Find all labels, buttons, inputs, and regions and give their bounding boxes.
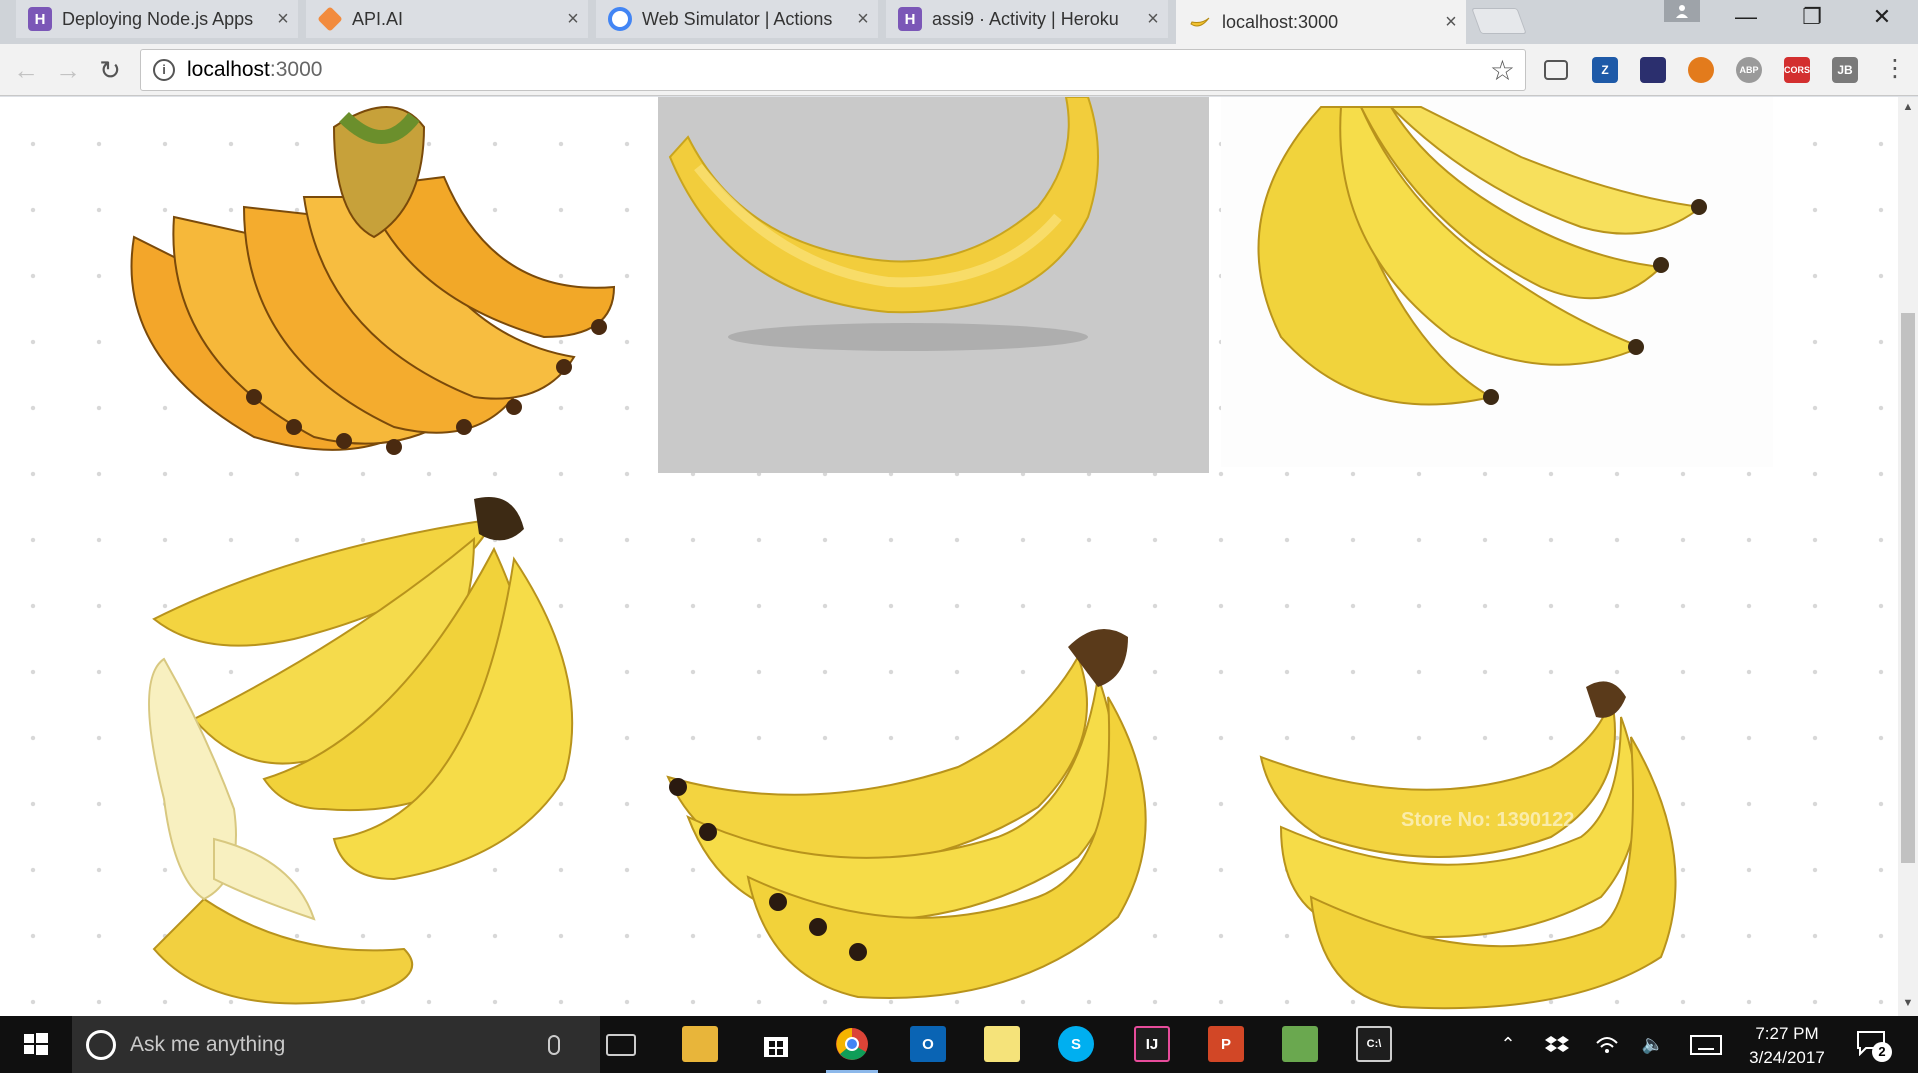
cortana-search[interactable]: Ask me anything xyxy=(72,1016,600,1073)
store-icon[interactable] xyxy=(758,1026,794,1062)
browser-toolbar: ← → ↻ i localhost:3000 ☆ Z ABP CORS JB ⋮ xyxy=(0,44,1918,96)
microphone-icon[interactable] xyxy=(548,1034,560,1055)
page-viewport: Store No: 1390122 xyxy=(0,97,1898,1016)
tab-title: localhost:3000 xyxy=(1222,11,1339,32)
forward-button[interactable]: → xyxy=(50,52,86,88)
powerpoint-icon[interactable]: P xyxy=(1208,1026,1244,1062)
scroll-down-arrow[interactable]: ▼ xyxy=(1898,997,1918,1009)
api-ai-icon xyxy=(317,6,343,32)
scroll-up-arrow[interactable]: ▲ xyxy=(1898,101,1918,113)
windows-logo-icon xyxy=(24,1033,48,1055)
close-icon[interactable]: × xyxy=(558,8,588,31)
clock-date: 3/24/2017 xyxy=(1749,1048,1825,1067)
dropbox-icon[interactable] xyxy=(1540,1016,1574,1073)
close-window-button[interactable]: ✕ xyxy=(1852,0,1912,34)
actions-icon xyxy=(608,7,632,31)
outlook-icon[interactable]: O xyxy=(910,1026,946,1062)
cortana-icon xyxy=(86,1029,116,1060)
chrome-icon[interactable] xyxy=(834,1026,870,1062)
ext-globe-icon[interactable] xyxy=(1688,57,1714,83)
banana-image-2 xyxy=(658,97,1209,473)
action-center-icon[interactable]: 2 xyxy=(1856,1030,1892,1062)
close-icon[interactable]: × xyxy=(848,8,878,31)
cast-icon[interactable] xyxy=(1544,60,1568,80)
start-button[interactable] xyxy=(0,1016,72,1073)
sticky-notes-icon[interactable] xyxy=(984,1026,1020,1062)
keyboard-icon[interactable] xyxy=(1686,1016,1726,1073)
adblock-plus-icon[interactable]: ABP xyxy=(1736,57,1762,83)
tab-localhost[interactable]: localhost:3000 × xyxy=(1176,0,1466,44)
banana-image-1 xyxy=(94,97,646,477)
close-icon[interactable]: × xyxy=(1138,8,1168,31)
zotero-icon[interactable]: Z xyxy=(1592,57,1618,83)
restore-button[interactable]: ❐ xyxy=(1782,0,1842,34)
tab-title: Web Simulator | Actions xyxy=(642,8,833,29)
cmd-icon[interactable]: C:\ xyxy=(1356,1026,1392,1062)
url-text: localhost:3000 xyxy=(187,58,323,81)
banana-image-3 xyxy=(1221,97,1773,467)
task-view-icon[interactable] xyxy=(606,1034,636,1056)
reload-button[interactable]: ↻ xyxy=(92,52,128,88)
show-hidden-icons[interactable]: ⌃ xyxy=(1494,1016,1522,1073)
notification-badge: 2 xyxy=(1872,1042,1892,1062)
tab-deploying-node[interactable]: H Deploying Node.js Apps × xyxy=(16,0,298,38)
close-icon[interactable]: × xyxy=(268,8,298,31)
heroku-icon: H xyxy=(898,7,922,31)
volume-icon[interactable]: 🔈 xyxy=(1636,1016,1670,1073)
new-tab-button[interactable] xyxy=(1471,8,1527,34)
chrome-menu-icon[interactable]: ⋮ xyxy=(1880,54,1910,83)
wifi-icon[interactable] xyxy=(1590,1016,1624,1073)
tab-title: Deploying Node.js Apps xyxy=(62,8,254,29)
skype-icon[interactable]: S xyxy=(1058,1026,1094,1062)
file-explorer-icon[interactable] xyxy=(682,1026,718,1062)
scrollbar-thumb[interactable] xyxy=(1901,313,1915,863)
close-icon[interactable]: × xyxy=(1436,11,1466,34)
banana-image-4 xyxy=(94,479,634,1016)
info-icon[interactable]: i xyxy=(153,59,175,81)
paint-icon[interactable] xyxy=(1282,1026,1318,1062)
address-bar[interactable]: i localhost:3000 ☆ xyxy=(140,49,1526,91)
cors-icon[interactable]: CORS xyxy=(1784,57,1810,83)
intellij-icon[interactable]: IJ xyxy=(1134,1026,1170,1062)
tab-web-simulator[interactable]: Web Simulator | Actions × xyxy=(596,0,878,38)
banana-favicon-icon xyxy=(1188,10,1212,34)
tab-api-ai[interactable]: API.AI × xyxy=(306,0,588,38)
bookmark-star-icon[interactable]: ☆ xyxy=(1490,54,1515,87)
banana-image-6: Store No: 1390122 xyxy=(1221,677,1773,1016)
tab-strip: H Deploying Node.js Apps × API.AI × Web … xyxy=(0,0,1918,44)
jetbrains-icon[interactable]: JB xyxy=(1832,57,1858,83)
tab-title: API.AI xyxy=(352,8,404,29)
watermark-text: Store No: 1390122 xyxy=(1401,809,1575,831)
back-button[interactable]: ← xyxy=(8,52,44,88)
page-scrollbar[interactable]: ▲ ▼ xyxy=(1898,97,1918,1016)
profile-icon[interactable] xyxy=(1664,0,1700,22)
tab-title: assi9 · Activity | Heroku xyxy=(932,8,1119,29)
banana-image-5 xyxy=(658,617,1218,1016)
search-placeholder: Ask me anything xyxy=(130,1032,286,1056)
clock-time: 7:27 PM xyxy=(1755,1024,1819,1043)
heroku-icon: H xyxy=(28,7,52,31)
system-clock[interactable]: 7:27 PM 3/24/2017 xyxy=(1732,1022,1842,1070)
ext-dark-icon[interactable] xyxy=(1640,57,1666,83)
tab-heroku-activity[interactable]: H assi9 · Activity | Heroku × xyxy=(886,0,1168,38)
windows-taskbar: Ask me anything O S IJ P C:\ ⌃ 🔈 7:27 PM… xyxy=(0,1016,1918,1073)
minimize-button[interactable]: — xyxy=(1716,0,1776,34)
